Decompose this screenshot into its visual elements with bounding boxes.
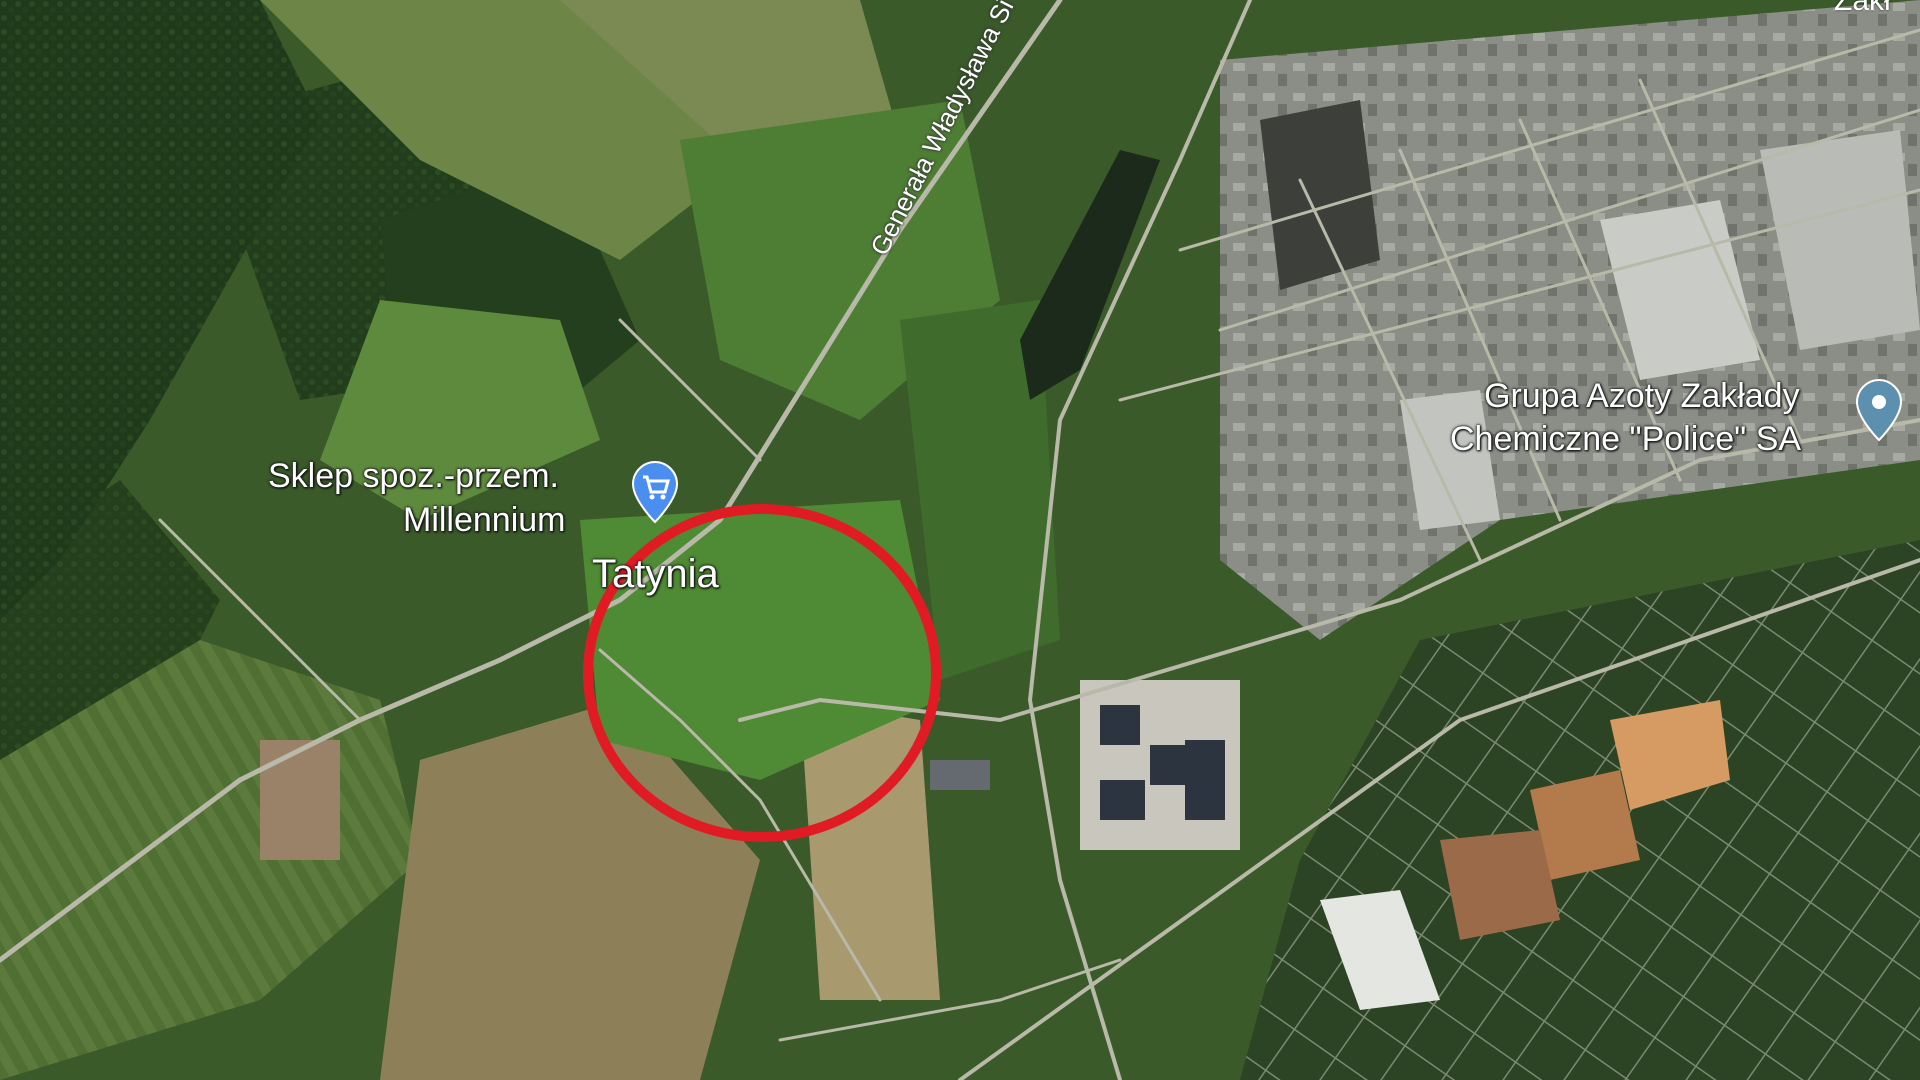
village-label: Tatynia xyxy=(592,552,719,596)
clipped-label-top-right: Zakł xyxy=(1834,0,1891,17)
shop-label-line1[interactable]: Sklep spoz.-przem. xyxy=(268,456,559,497)
plant-label-line1[interactable]: Grupa Azoty Zakłady xyxy=(1484,376,1800,417)
plant-label-line2[interactable]: Chemiczne "Police" SA xyxy=(1450,419,1801,460)
satellite-map[interactable] xyxy=(0,0,1920,1080)
shop-label-line2[interactable]: Millennium xyxy=(403,500,566,541)
